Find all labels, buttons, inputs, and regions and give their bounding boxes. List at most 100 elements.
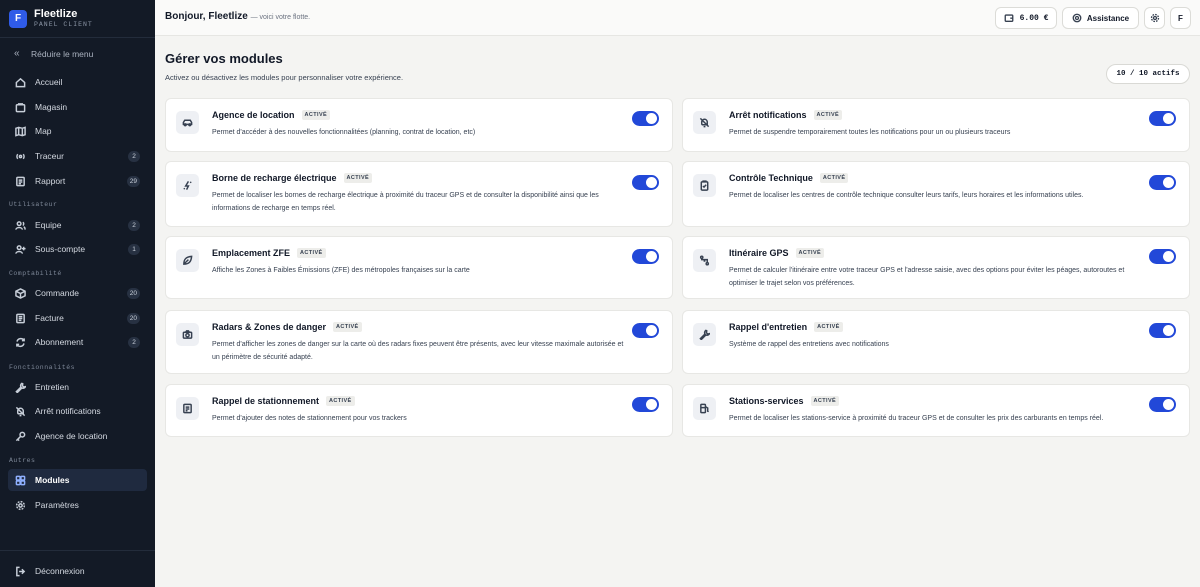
module-title: Contrôle Technique (729, 173, 813, 183)
module-toggle-borne-de-recharge[interactable] (632, 175, 659, 190)
bell-off-icon (693, 111, 716, 134)
logout-icon (15, 566, 26, 577)
top-header: Bonjour, Fleetlize — voici votre flotte.… (155, 0, 1200, 36)
sidebar-item-label: Rapport (35, 176, 66, 186)
sidebar: F Fleetlize PANEL CLIENT « Réduire le me… (0, 0, 155, 587)
module-toggle-itineraire-gps[interactable] (1149, 249, 1176, 264)
wallet-icon (1004, 14, 1014, 23)
sidebar-divider (0, 550, 155, 551)
sidebar-item-label: Arrêt notifications (35, 406, 101, 416)
fuel-icon (693, 397, 716, 420)
module-card-agence-de-location: Agence de location ACTIVÉ Permet d'accéde… (165, 98, 673, 152)
status-badge: ACTIVÉ (297, 248, 326, 258)
count-badge: 2 (128, 150, 140, 162)
sidebar-item-label: Sous-compte (35, 244, 86, 254)
status-badge: ACTIVÉ (814, 322, 843, 332)
sidebar-item-commande[interactable]: Commande 20 (8, 282, 147, 304)
home-icon (15, 77, 26, 88)
module-toggle-rappel-d-entretien[interactable] (1149, 323, 1176, 338)
status-badge: ACTIVÉ (810, 396, 840, 406)
sidebar-item-sous-compte[interactable]: Sous-compte 1 (8, 238, 147, 260)
sidebar-item-map[interactable]: Map (8, 120, 147, 142)
module-title: Itinéraire GPS (729, 248, 789, 258)
sidebar-item-label: Magasin (35, 102, 68, 112)
modules-icon (15, 475, 26, 486)
module-toggle-rappel-de-stationnement[interactable] (632, 397, 659, 412)
sidebar-item-magasin[interactable]: Magasin (8, 96, 147, 118)
plug-icon (176, 174, 199, 197)
car-icon (176, 111, 199, 134)
brand-subtitle: PANEL CLIENT (34, 21, 93, 28)
team-icon (15, 220, 26, 231)
sidebar-item-abonnement[interactable]: Abonnement 2 (8, 331, 147, 353)
balance-button[interactable]: 6.00 € (995, 7, 1057, 29)
sidebar-item-arret-notifications[interactable]: Arrêt notifications (8, 400, 147, 422)
bell-off-icon (15, 406, 26, 417)
module-description: Permet d'ajouter des notes de stationnem… (212, 415, 407, 422)
assistance-button[interactable]: Assistance (1062, 7, 1139, 29)
greeting-subtitle: — voici votre flotte. (250, 14, 311, 21)
logout-button[interactable]: Déconnexion (8, 560, 147, 582)
section-label-comptabilite: Comptabilité (9, 270, 62, 277)
status-badge: ACTIVÉ (819, 173, 849, 183)
sidebar-item-label: Commande (35, 288, 79, 298)
module-card-itineraire-gps: Itinéraire GPS ACTIVÉ Permet de calculer … (682, 236, 1190, 299)
module-title: Borne de recharge électrique (212, 173, 337, 183)
module-description: Permet d'afficher les zones de danger su… (212, 341, 624, 361)
collapse-menu-label: Réduire le menu (31, 48, 94, 59)
box-icon (15, 287, 26, 299)
module-card-controle-technique: Contrôle Technique ACTIVÉ Permet de local… (682, 161, 1190, 227)
avatar[interactable]: F (1170, 7, 1191, 29)
module-toggle-emplacement-zfe[interactable] (632, 249, 659, 264)
logout-label: Déconnexion (35, 566, 85, 576)
chevrons-left-icon: « (14, 48, 20, 59)
module-description: Permet de localiser les centres de contr… (729, 192, 1084, 199)
wrench-icon (693, 323, 716, 346)
brand-logo: F (9, 9, 27, 28)
sidebar-item-facture[interactable]: Facture 20 (8, 307, 147, 329)
count-badge: 20 (126, 312, 140, 324)
wrench-icon (15, 382, 26, 393)
lifebuoy-icon (1072, 13, 1082, 23)
module-toggle-stations-services[interactable] (1149, 397, 1176, 412)
page-title: Gérer vos modules (165, 51, 283, 66)
sidebar-item-label: Accueil (35, 77, 63, 87)
module-toggle-agence-de-location[interactable] (632, 111, 659, 126)
sidebar-item-agence-de-location[interactable]: Agence de location (8, 425, 147, 447)
sidebar-item-label: Modules (35, 475, 70, 485)
page-subtitle: Activez ou désactivez les modules pour p… (165, 73, 404, 82)
status-badge: ACTIVÉ (301, 110, 331, 120)
sidebar-item-modules[interactable]: Modules (8, 469, 147, 491)
gear-icon (15, 500, 26, 511)
module-description: Système de rappel des entretiens avec no… (729, 341, 889, 348)
gear-icon (1150, 13, 1159, 23)
balance-value: 6.00 € (1019, 13, 1049, 23)
module-toggle-radars[interactable] (632, 323, 659, 338)
sidebar-item-traceur[interactable]: Traceur 2 (8, 145, 147, 167)
module-title: Radars & Zones de danger (212, 322, 327, 332)
module-title: Emplacement ZFE (212, 248, 291, 258)
status-badge: ACTIVÉ (813, 110, 843, 120)
sidebar-item-accueil[interactable]: Accueil (8, 71, 147, 93)
refresh-icon (15, 337, 26, 348)
status-badge: ACTIVÉ (343, 173, 373, 183)
count-badge: 2 (128, 219, 140, 231)
status-badge: ACTIVÉ (333, 322, 362, 332)
sidebar-item-label: Agence de location (35, 431, 108, 441)
sidebar-item-label: Equipe (35, 220, 62, 230)
module-toggle-controle-technique[interactable] (1149, 175, 1176, 190)
sidebar-item-equipe[interactable]: Equipe 2 (8, 214, 147, 236)
module-title: Stations-services (729, 396, 804, 406)
invoice-icon (15, 313, 26, 324)
brand[interactable]: F Fleetlize PANEL CLIENT (9, 8, 93, 29)
store-icon (15, 102, 26, 113)
settings-button[interactable] (1144, 7, 1165, 29)
sidebar-item-rapport[interactable]: Rapport 29 (8, 170, 147, 192)
collapse-menu-button[interactable]: « Réduire le menu (14, 48, 93, 59)
count-badge: 1 (128, 243, 140, 255)
signal-icon (15, 151, 26, 162)
sidebar-item-entretien[interactable]: Entretien (8, 376, 147, 398)
sidebar-item-parametres[interactable]: Paramètres (8, 494, 147, 516)
module-card-borne-de-recharge: Borne de recharge électrique ACTIVÉ Perme… (165, 161, 673, 227)
module-toggle-arret-notifications[interactable] (1149, 111, 1176, 126)
